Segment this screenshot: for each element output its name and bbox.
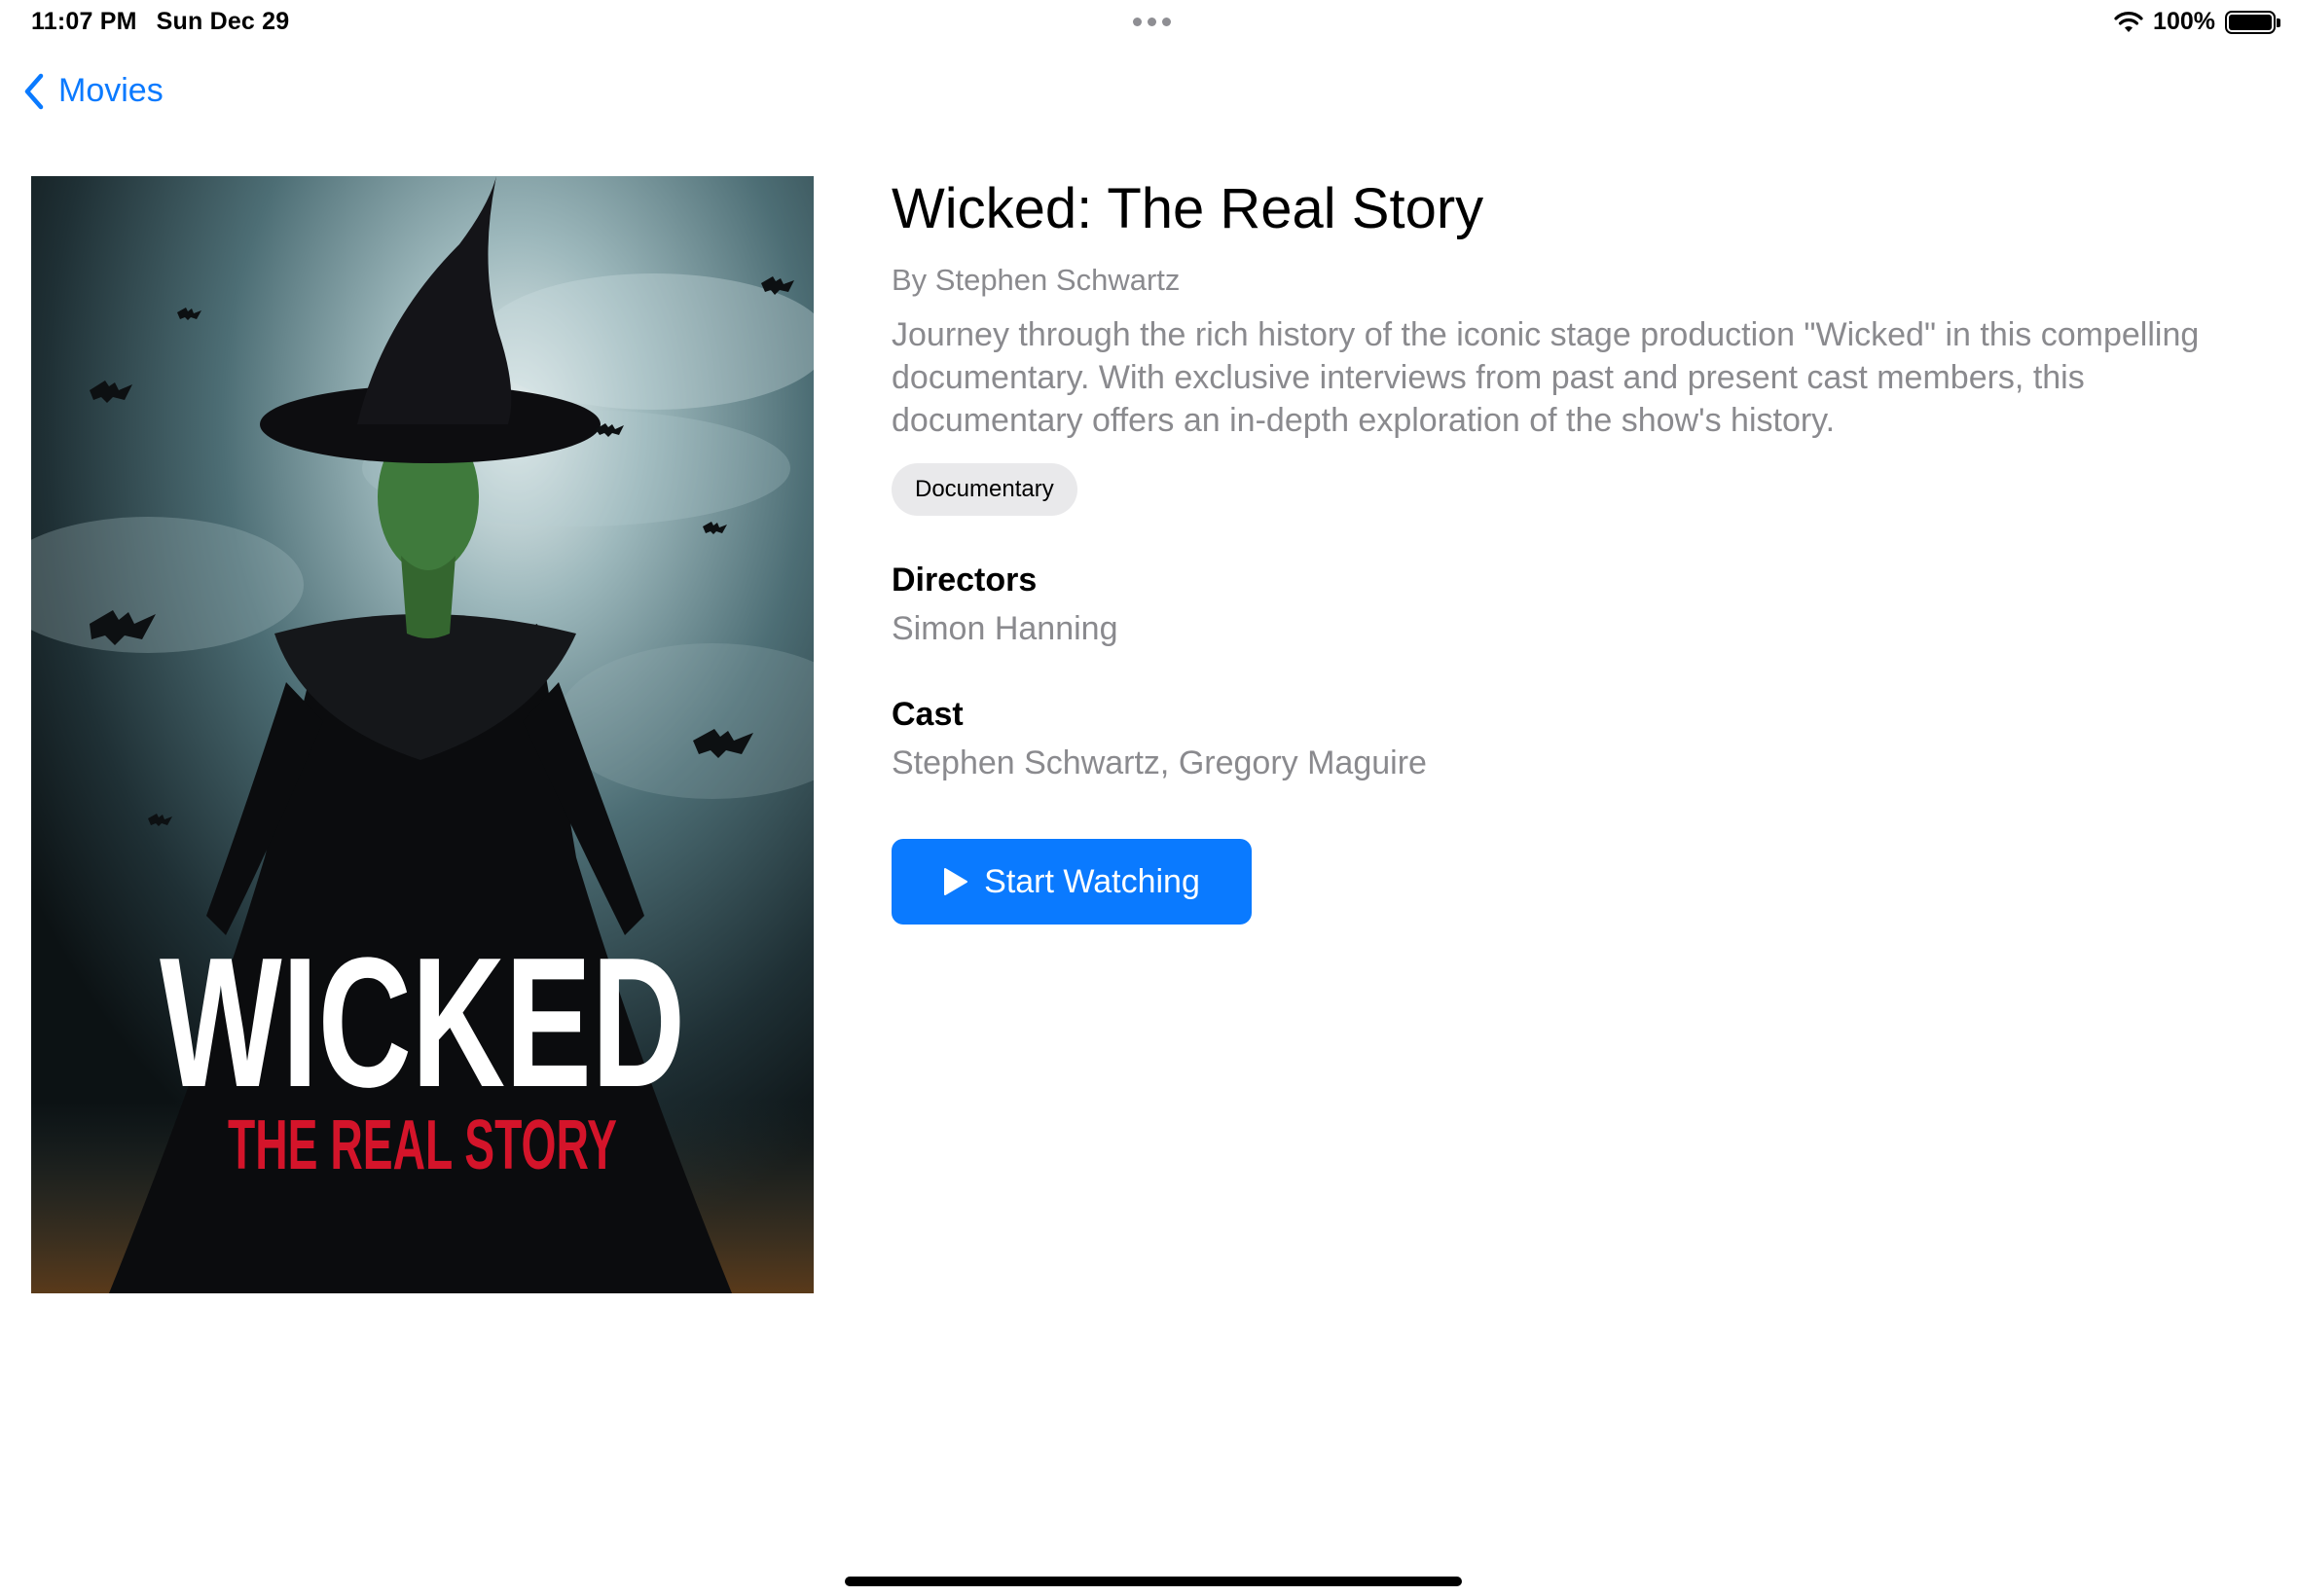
status-bar: 11:07 PM Sun Dec 29 100%	[0, 0, 2297, 47]
back-button[interactable]: Movies	[23, 72, 164, 110]
start-watching-label: Start Watching	[984, 862, 1200, 900]
status-date: Sun Dec 29	[156, 8, 290, 35]
battery-percent: 100%	[2153, 8, 2215, 35]
movie-description: Journey through the rich history of the …	[892, 316, 2200, 439]
poster-artwork: WICKED THE REAL STORY	[31, 176, 814, 1293]
status-indicators: 100%	[2114, 8, 2280, 36]
play-icon	[944, 868, 968, 895]
movie-details: Wicked: The Real Story By Stephen Schwar…	[892, 177, 2235, 925]
chevron-left-icon	[24, 73, 44, 109]
start-watching-button[interactable]: Start Watching	[892, 839, 1252, 925]
cast-value: Stephen Schwartz, Gregory Maguire	[892, 744, 1427, 781]
cast-heading: Cast	[892, 696, 964, 733]
home-indicator[interactable]	[845, 1577, 1462, 1586]
wifi-icon	[2114, 11, 2143, 32]
status-time-date: 11:07 PM Sun Dec 29	[31, 8, 289, 36]
directors-value: Simon Hanning	[892, 610, 1118, 647]
directors-heading: Directors	[892, 562, 1038, 598]
genre-badge: Documentary	[892, 463, 1077, 516]
poster-title: WICKED	[160, 920, 685, 1126]
status-time: 11:07 PM	[31, 8, 137, 35]
poster-subtitle: THE REAL STORY	[228, 1106, 617, 1184]
battery-icon	[2225, 10, 2280, 34]
movie-title: Wicked: The Real Story	[892, 177, 1484, 240]
movie-byline: By Stephen Schwartz	[892, 263, 1181, 297]
movie-poster: WICKED THE REAL STORY	[31, 176, 814, 1293]
back-label: Movies	[58, 72, 164, 109]
more-dots-icon[interactable]	[1133, 18, 1171, 26]
